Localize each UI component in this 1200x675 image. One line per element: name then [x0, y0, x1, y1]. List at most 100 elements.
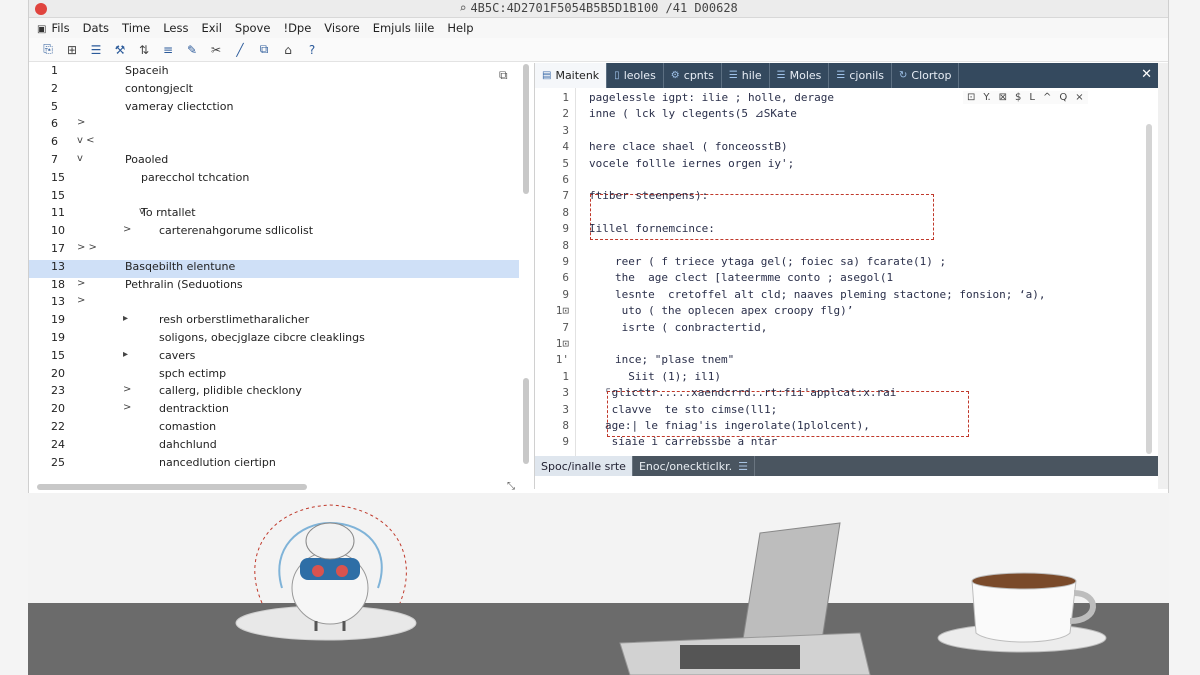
- tree-expand-icon[interactable]: ▸: [123, 349, 128, 360]
- code-editor[interactable]: ⊡ Y. ⊠ $ L ^ Q × 1 pagelessle igpt: ilie ; holle…: [535, 88, 1159, 456]
- copy-icon[interactable]: ⧉: [255, 41, 273, 59]
- code-line[interactable]: 3 ⌜glicttr.....xaendcrrd..rt:fii'applcat:…: [535, 386, 1135, 402]
- code-line[interactable]: 3 clavve te sto cimse(ll1;: [535, 403, 1135, 419]
- tree-row[interactable]: 15: [29, 189, 519, 207]
- tree-expand-icon[interactable]: > >: [77, 242, 97, 253]
- code-line[interactable]: 1 pagelessle igpt: ilie ; holle, derage: [535, 91, 1135, 107]
- tree-row[interactable]: 6 v <: [29, 135, 519, 153]
- tree-expand-icon[interactable]: >: [123, 224, 131, 235]
- menu-item[interactable]: Less: [163, 21, 188, 35]
- code-line[interactable]: 2 inne ( lck ly clegents(5 ⊿SKate: [535, 107, 1135, 123]
- tree-row[interactable]: 13 Basqebilth elentune: [29, 259, 519, 278]
- tree-row[interactable]: 15 ▸ cavers: [29, 349, 519, 367]
- tree-row[interactable]: 22 comastion: [29, 420, 519, 438]
- editor-tab[interactable]: ↻ Clortop: [892, 63, 960, 88]
- code-line-number: 9: [562, 222, 569, 236]
- help-icon[interactable]: ?: [303, 41, 321, 59]
- tools-icon[interactable]: ⚒: [111, 41, 129, 59]
- code-line-number: 8: [562, 238, 569, 252]
- bookmark-icon[interactable]: ⌂: [279, 41, 297, 59]
- tree-horizontal-scrollbar[interactable]: [37, 484, 307, 490]
- code-line[interactable]: 9 Iillel fornemcince:: [535, 222, 1135, 238]
- close-icon[interactable]: ✕: [1141, 67, 1152, 82]
- cut-icon[interactable]: ✂: [207, 41, 225, 59]
- pin-icon[interactable]: ⧉: [499, 68, 508, 83]
- tree-row[interactable]: 19 soligons, obecjglaze cibcre cleaklings: [29, 331, 519, 349]
- tree-expand-icon[interactable]: >: [77, 117, 85, 128]
- tree-row[interactable]: 24 dahchlund: [29, 438, 519, 456]
- code-line[interactable]: 8 age:| le fniag'is ingerolate(1plolcent)…: [535, 419, 1135, 435]
- code-line[interactable]: 4 here clace shael ( fonceosstB): [535, 140, 1135, 156]
- tree-row[interactable]: 23 > callerg, plidible checklony: [29, 384, 519, 402]
- menu-item[interactable]: Exil: [201, 21, 221, 35]
- code-line[interactable]: 1⊡ uto ( the oplecen apex croopy flg)’: [535, 304, 1135, 320]
- status-tab[interactable]: Enoc/oneckticlkr. ☰: [633, 456, 755, 476]
- tree-scrollbar-thumb[interactable]: [523, 64, 529, 194]
- menu-item[interactable]: Emjuls liile: [373, 21, 435, 35]
- edit-icon[interactable]: ✎: [183, 41, 201, 59]
- menu-item[interactable]: Spove: [235, 21, 271, 35]
- tree-expand-icon[interactable]: v: [77, 153, 83, 164]
- sort-icon[interactable]: ⇅: [135, 41, 153, 59]
- tree-row[interactable]: 19 ▸ resh orberstlimetharalicher: [29, 313, 519, 331]
- editor-tab[interactable]: ☰ cjonils: [829, 63, 893, 88]
- code-line[interactable]: 8: [535, 206, 1135, 222]
- tree-row[interactable]: 15 parecchol tchcation: [29, 171, 519, 189]
- tree-expand-icon[interactable]: ▸: [123, 313, 128, 324]
- code-line[interactable]: 8: [535, 239, 1135, 255]
- editor-tab[interactable]: ☰ hile: [722, 63, 770, 88]
- menu-item[interactable]: Visore: [324, 21, 359, 35]
- code-line[interactable]: 1 Siit (1); il1): [535, 370, 1135, 386]
- tree-row[interactable]: 25 nancedlution ciertipn: [29, 456, 519, 474]
- pen-icon[interactable]: ╱: [231, 41, 249, 59]
- menu-item[interactable]: !Dpe: [283, 21, 311, 35]
- menu-item[interactable]: Time: [122, 21, 150, 35]
- tree-row[interactable]: 17 > >: [29, 242, 519, 260]
- tree-row[interactable]: 5 vameray cliectction: [29, 100, 519, 118]
- editor-tab[interactable]: ▤ Maitenk: [535, 63, 608, 88]
- code-line[interactable]: 6: [535, 173, 1135, 189]
- tree-expand-icon[interactable]: v <: [77, 135, 94, 146]
- editor-tab[interactable]: ☰ Moles: [770, 63, 830, 88]
- tree-row[interactable]: 7 v Poaoled: [29, 153, 519, 171]
- editor-scrollbar-thumb[interactable]: [1146, 124, 1152, 454]
- menu-item[interactable]: Fils: [37, 21, 69, 35]
- tree-row[interactable]: 6 >: [29, 117, 519, 135]
- code-line[interactable]: 1' ince; "plase tnem": [535, 353, 1135, 369]
- tab-label: Moles: [789, 69, 822, 82]
- code-line[interactable]: 9 lesnte cretoffel alt cld; naaves plemin…: [535, 288, 1135, 304]
- menu-item[interactable]: Help: [447, 21, 473, 35]
- file-icon[interactable]: ⎘: [39, 41, 57, 59]
- code-line-number: 6: [562, 271, 569, 285]
- tree-row[interactable]: 1 Spaceih: [29, 64, 519, 82]
- tree-row[interactable]: 10 > carterenahgorume sdlicolist: [29, 224, 519, 242]
- tree-row[interactable]: 20 spch ectimp: [29, 367, 519, 385]
- line-number: 18: [51, 277, 65, 291]
- code-line[interactable]: 7 isrte ( conbractertid,: [535, 321, 1135, 337]
- list-icon[interactable]: ☰: [87, 41, 105, 59]
- status-tab[interactable]: Spoc/inalle srte: [535, 456, 633, 476]
- code-line[interactable]: 6 the age clect [lateermme conto ; asegol…: [535, 271, 1135, 287]
- code-line[interactable]: 5 vocele follle iernes orgen iy';: [535, 157, 1135, 173]
- tree-expand-icon[interactable]: >: [77, 278, 85, 289]
- code-line[interactable]: 3: [535, 124, 1135, 140]
- tree-row[interactable]: 2 contongjeclt: [29, 82, 519, 100]
- editor-tab[interactable]: ⚙ cpnts: [664, 63, 722, 88]
- tree-row[interactable]: 18 > Pethralin (Seduotions: [29, 278, 519, 296]
- menu-item[interactable]: Dats: [83, 21, 109, 35]
- code-line[interactable]: 7 ftiber steenpens):: [535, 189, 1135, 205]
- tree-expand-icon[interactable]: >: [77, 295, 85, 306]
- tree-row[interactable]: 20 > dentracktion: [29, 402, 519, 420]
- code-line[interactable]: 9 siaie i carrebssbe a ntar: [535, 435, 1135, 451]
- save-icon[interactable]: ⊞: [63, 41, 81, 59]
- tree-row[interactable]: 11 v To rntallet: [29, 206, 519, 224]
- format-icon[interactable]: ≡: [159, 41, 177, 59]
- tree-row[interactable]: 13 >: [29, 295, 519, 313]
- code-line[interactable]: 9 reer ( f triece ytaga gel(; foiec sa) f…: [535, 255, 1135, 271]
- tree-expand-icon[interactable]: >: [123, 402, 131, 413]
- editor-tab[interactable]: ▯ leoles: [607, 63, 664, 88]
- tree-scrollbar-thumb-lower[interactable]: [523, 378, 529, 464]
- tree-expand-icon[interactable]: >: [123, 384, 131, 395]
- resize-icon[interactable]: ⤡: [507, 481, 515, 492]
- code-line[interactable]: 1⊡: [535, 337, 1135, 353]
